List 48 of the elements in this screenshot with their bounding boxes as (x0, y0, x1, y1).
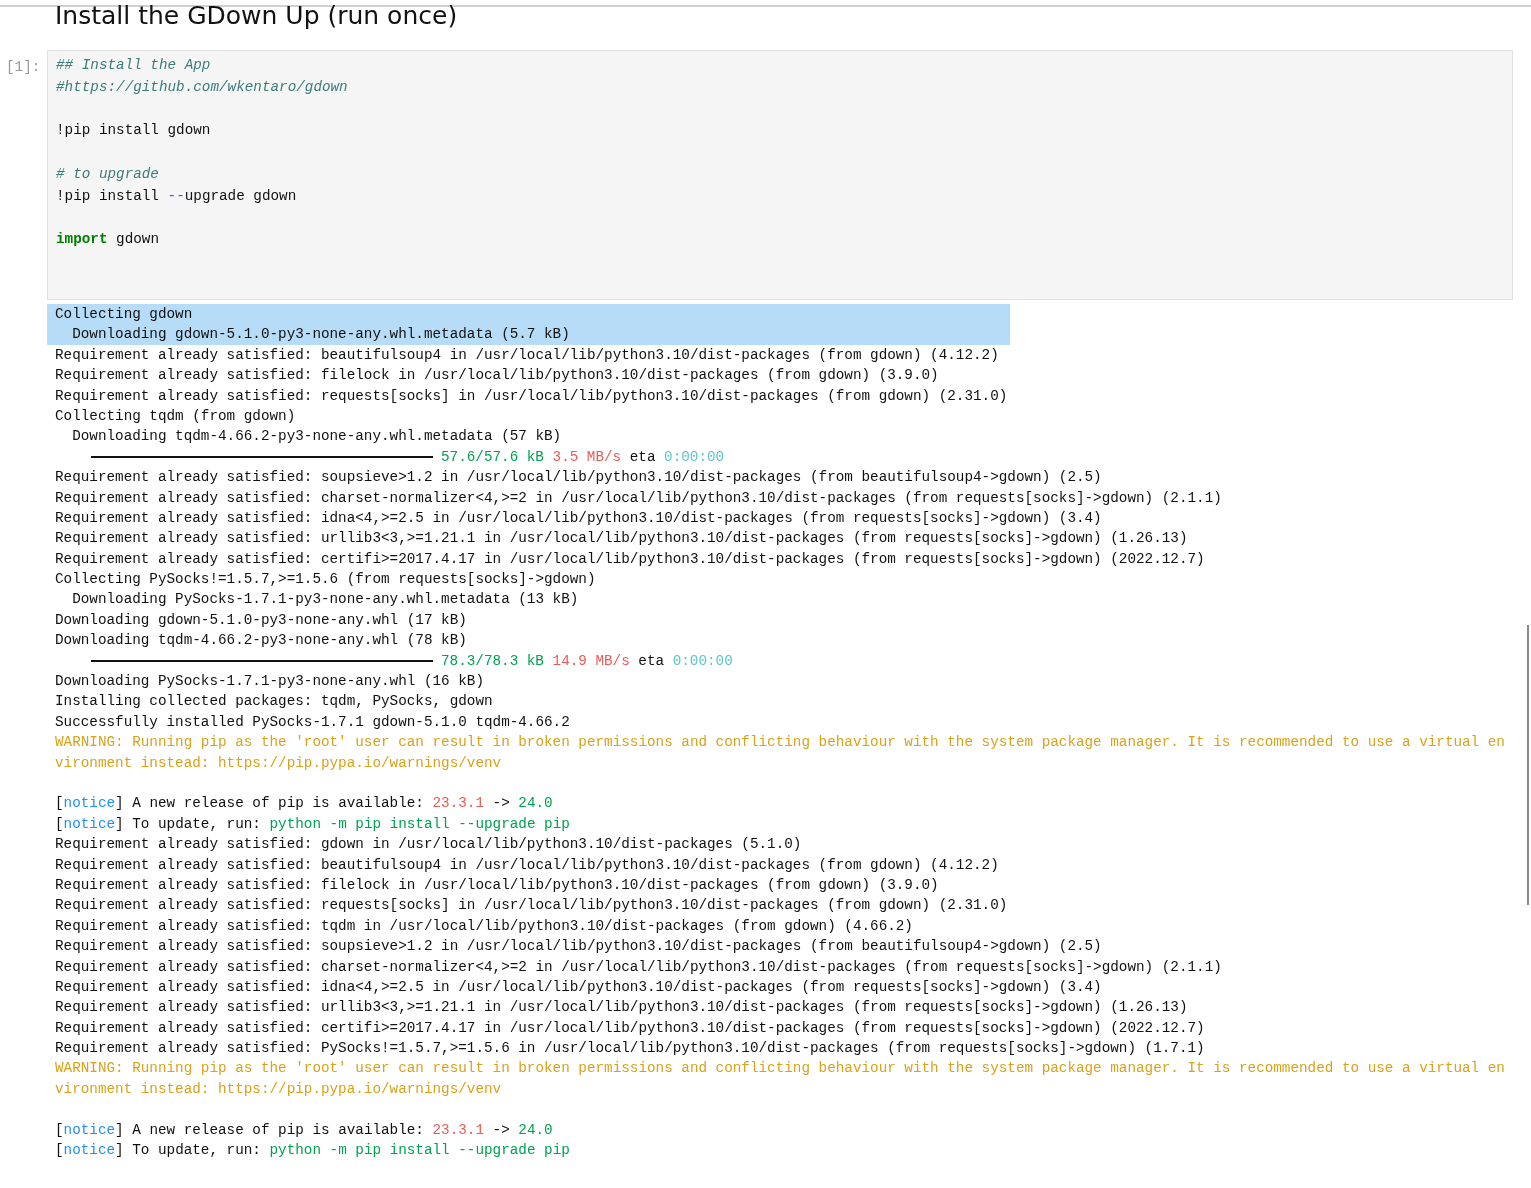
output-line: Requirement already satisfied: beautifulsoup4 in /usr/local/lib/python3.10/dist-packages (from gdown) (4.12.2) (54, 855, 999, 875)
output-line: Installing collected packages: tqdm, PySocks, gdown (54, 692, 493, 712)
progress-stats: 57.6/57.6 kB 3.5 MB/s eta 0:00:00 (441, 447, 725, 467)
code-line: ## Install the App (56, 56, 211, 75)
output-line: Requirement already satisfied: soupsieve>1.2 in /usr/local/lib/python3.10/dist-packages (from beautifulsoup4->gdown) (2.5) (54, 937, 1102, 957)
code-line: #https://github.com/wkentaro/gdown (56, 77, 348, 97)
output-line: Requirement already satisfied: PySocks!=1.5.7,>=1.5.6 in /usr/local/lib/python3.10/dist-packages (from requests[socks]->gdown) (1.7.1) (54, 1039, 1205, 1059)
output-line: Requirement already satisfied: requests[socks] in /usr/local/lib/python3.10/dist-packages (from gdown) (2.31.0) (54, 896, 1008, 916)
output-line: WARNING: Running pip as the 'root' user can result in broken permissions and conflicting behaviour with the system package manager. It is recommended to use a virtual en (54, 733, 1505, 753)
code-cell[interactable]: ## Install the App #https://github.com/wkentaro/gdown !pip install gdown # to upgrade !pip install --upgrade gdown import gdown (47, 50, 1513, 300)
section-heading: Install the GDown Up (run once) (55, 3, 458, 29)
code-line: # to upgrade (56, 165, 159, 184)
code-line: !pip install --upgrade gdown (56, 186, 297, 206)
output-line: [notice] A new release of pip is available: 23.3.1 -> 24.0 (54, 1120, 553, 1140)
output-line: Downloading tqdm-4.66.2-py3-none-any.whl (78 kB) (54, 631, 467, 651)
output-line: Downloading gdown-5.1.0-py3-none-any.whl (17 kB) (54, 610, 467, 630)
output-line: Requirement already satisfied: soupsieve>1.2 in /usr/local/lib/python3.10/dist-packages (from beautifulsoup4->gdown) (2.5) (54, 468, 1102, 488)
output-line: Requirement already satisfied: filelock in /usr/local/lib/python3.10/dist-packages (from gdown) (3.9.0) (54, 366, 939, 386)
output-line: vironment instead: https://pip.pypa.io/warnings/venv (54, 753, 502, 773)
cell-prompt: [1]: (5, 58, 42, 76)
output-line: Requirement already satisfied: certifi>=2017.4.17 in /usr/local/lib/python3.10/dist-packages (from requests[socks]->gdown) (2022.12.7) (54, 549, 1205, 569)
output-line: Requirement already satisfied: filelock in /usr/local/lib/python3.10/dist-packages (from gdown) (3.9.0) (54, 875, 939, 895)
code-line: !pip install gdown (56, 121, 211, 141)
output-line: [notice] A new release of pip is available: 23.3.1 -> 24.0 (54, 794, 553, 814)
output-line: Requirement already satisfied: idna<4,>=2.5 in /usr/local/lib/python3.10/dist-packages (from requests[socks]->gdown) (3.4) (54, 508, 1102, 528)
output-line: Requirement already satisfied: beautifulsoup4 in /usr/local/lib/python3.10/dist-packages (from gdown) (4.12.2) (54, 345, 999, 365)
code-line: import gdown (56, 230, 159, 250)
output-line: Requirement already satisfied: tqdm in /usr/local/lib/python3.10/dist-packages (from gdown) (4.66.2) (54, 916, 913, 936)
output-line: Requirement already satisfied: urllib3<3,>=1.21.1 in /usr/local/lib/python3.10/dist-packages (from requests[socks]->gdown) (1.26.13) (54, 998, 1188, 1018)
output-line: Downloading tqdm-4.66.2-py3-none-any.whl.metadata (57 kB) (71, 427, 562, 447)
output-line: WARNING: Running pip as the 'root' user can result in broken permissions and conflicting behaviour with the system package manager. It is recommended to use a virtual en (54, 1059, 1505, 1079)
output-line: Downloading PySocks-1.7.1-py3-none-any.whl (16 kB) (54, 672, 484, 692)
progress-stats: 78.3/78.3 kB 14.9 MB/s eta 0:00:00 (441, 651, 733, 671)
output-line: Requirement already satisfied: urllib3<3,>=1.21.1 in /usr/local/lib/python3.10/dist-packages (from requests[socks]->gdown) (1.26.13) (54, 529, 1188, 549)
output-line: Collecting PySocks!=1.5.7,>=1.5.6 (from requests[socks]->gdown) (54, 570, 596, 590)
output-line: Downloading PySocks-1.7.1-py3-none-any.whl.metadata (13 kB) (71, 590, 579, 610)
output-line: Collecting tqdm (from gdown) (54, 406, 296, 426)
output-line: vironment instead: https://pip.pypa.io/warnings/venv (54, 1079, 502, 1099)
scrollbar-thumb[interactable] (1527, 625, 1529, 905)
output-line: Successfully installed PySocks-1.7.1 gdown-5.1.0 tqdm-4.66.2 (54, 712, 570, 732)
output-line: Requirement already satisfied: charset-normalizer<4,>=2 in /usr/local/lib/python3.10/dist-packages (from requests[socks]->gdown) (2.1.1) (54, 488, 1222, 508)
output-line: Requirement already satisfied: certifi>=2017.4.17 in /usr/local/lib/python3.10/dist-packages (from requests[socks]->gdown) (2022.12.7) (54, 1018, 1205, 1038)
output-line: Requirement already satisfied: charset-normalizer<4,>=2 in /usr/local/lib/python3.10/dist-packages (from requests[socks]->gdown) (2.1.1) (54, 957, 1222, 977)
output-line: Requirement already satisfied: idna<4,>=2.5 in /usr/local/lib/python3.10/dist-packages (from requests[socks]->gdown) (3.4) (54, 977, 1102, 997)
output-line: Requirement already satisfied: requests[socks] in /usr/local/lib/python3.10/dist-packages (from gdown) (2.31.0) (54, 386, 1008, 406)
output-line: Requirement already satisfied: gdown in /usr/local/lib/python3.10/dist-packages (5.1.0) (54, 835, 802, 855)
output-line: [notice] To update, run: python -m pip install --upgrade pip (54, 814, 570, 834)
output-line: [notice] To update, run: python -m pip install --upgrade pip (54, 1141, 570, 1160)
